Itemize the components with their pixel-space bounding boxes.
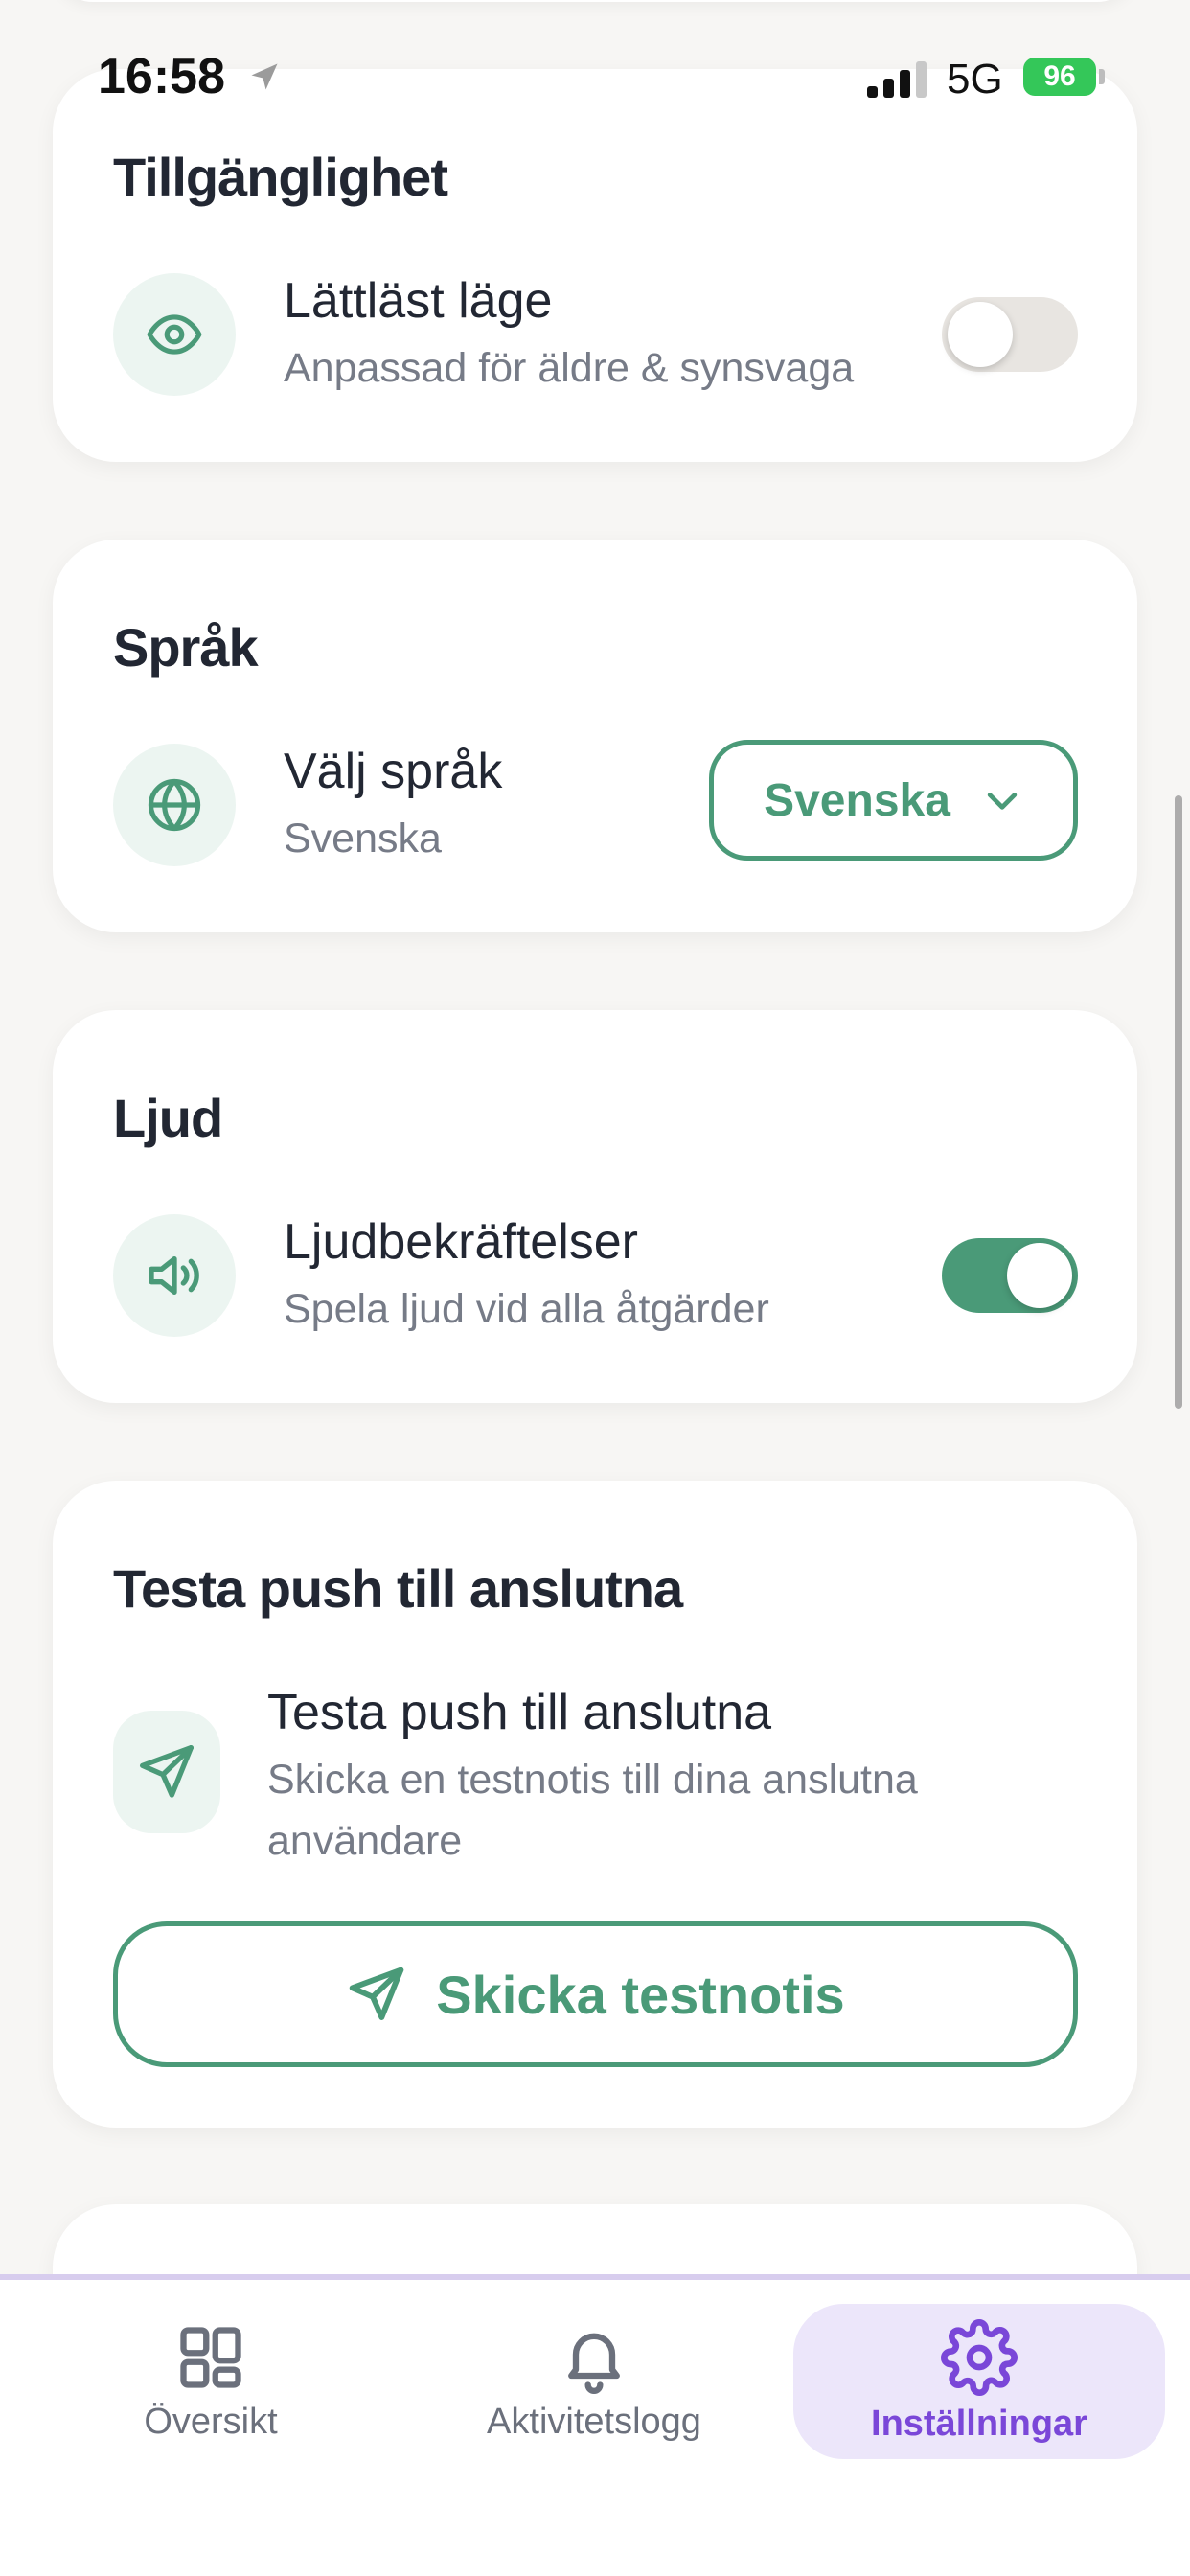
grid-icon [180,2326,241,2388]
gear-icon [941,2318,1018,2396]
status-time: 16:58 [98,49,225,104]
language-current: Svenska [284,816,442,862]
nav-label-activity-log: Aktivitetslogg [487,2401,701,2442]
send-icon [140,1745,194,1798]
toggle-knob [1007,1243,1072,1308]
accessibility-title: Tillgänglighet [113,147,448,207]
scrollbar[interactable] [1175,795,1182,1409]
push-test-description-1: Skicka en testnotis till dina anslutna [267,1757,918,1803]
send-test-notification-button[interactable]: Skicka testnotis [113,1921,1078,2067]
location-arrow-icon [251,63,278,90]
speaker-icon-wrap [113,1214,236,1337]
status-bar: 16:58 5G 96 [0,0,1190,144]
language-dropdown[interactable]: Svenska [709,740,1078,861]
nav-item-settings[interactable]: Inställningar [793,2304,1165,2459]
bell-icon [568,2333,620,2394]
push-test-row-label: Testa push till anslutna [267,1685,772,1740]
sound-title: Ljud [113,1088,223,1148]
sound-confirmations-label: Ljudbekräftelser [284,1214,638,1270]
sound-confirmations-description: Spela ljud vid alla åtgärder [284,1286,769,1332]
send-icon [350,1966,404,2020]
language-card: Språk Välj språk Svenska Svenska [53,540,1137,932]
eye-icon-wrap [113,273,236,396]
push-test-description-2: användare [267,1818,463,1864]
nav-label-overview: Översikt [144,2401,278,2442]
easy-read-description: Anpassad för äldre & synsvaga [284,345,855,391]
chevron-down-icon [987,793,1018,810]
bottom-navigation: Översikt Aktivitetslogg Inställningar [0,2274,1190,2576]
send-icon-wrap [113,1711,220,1833]
push-test-card: Testa push till anslutna Testa push till… [53,1481,1137,2128]
easy-read-toggle[interactable] [942,297,1078,372]
send-test-notification-label: Skicka testnotis [436,1964,845,2025]
easy-read-label: Lättläst läge [284,273,553,329]
sound-card: Ljud Ljudbekräftelser Spela ljud vid all… [53,1010,1137,1403]
globe-icon-wrap [113,744,236,866]
toggle-knob [948,302,1013,367]
sound-confirmations-toggle[interactable] [942,1238,1078,1313]
nav-label-settings: Inställningar [871,2403,1087,2444]
language-title: Språk [113,617,259,678]
language-select-label: Välj språk [284,744,503,799]
nav-item-activity-log[interactable]: Aktivitetslogg [441,2304,747,2459]
speaker-icon [149,1256,199,1295]
eye-icon [147,314,202,355]
language-dropdown-value: Svenska [764,774,950,826]
push-test-title: Testa push till anslutna [113,1558,683,1619]
signal-icon [867,61,927,98]
network-type: 5G [947,56,1003,103]
nav-item-overview[interactable]: Översikt [57,2304,364,2459]
battery-tip [1099,69,1105,84]
globe-icon [148,778,201,832]
battery-indicator: 96 [1023,58,1096,96]
